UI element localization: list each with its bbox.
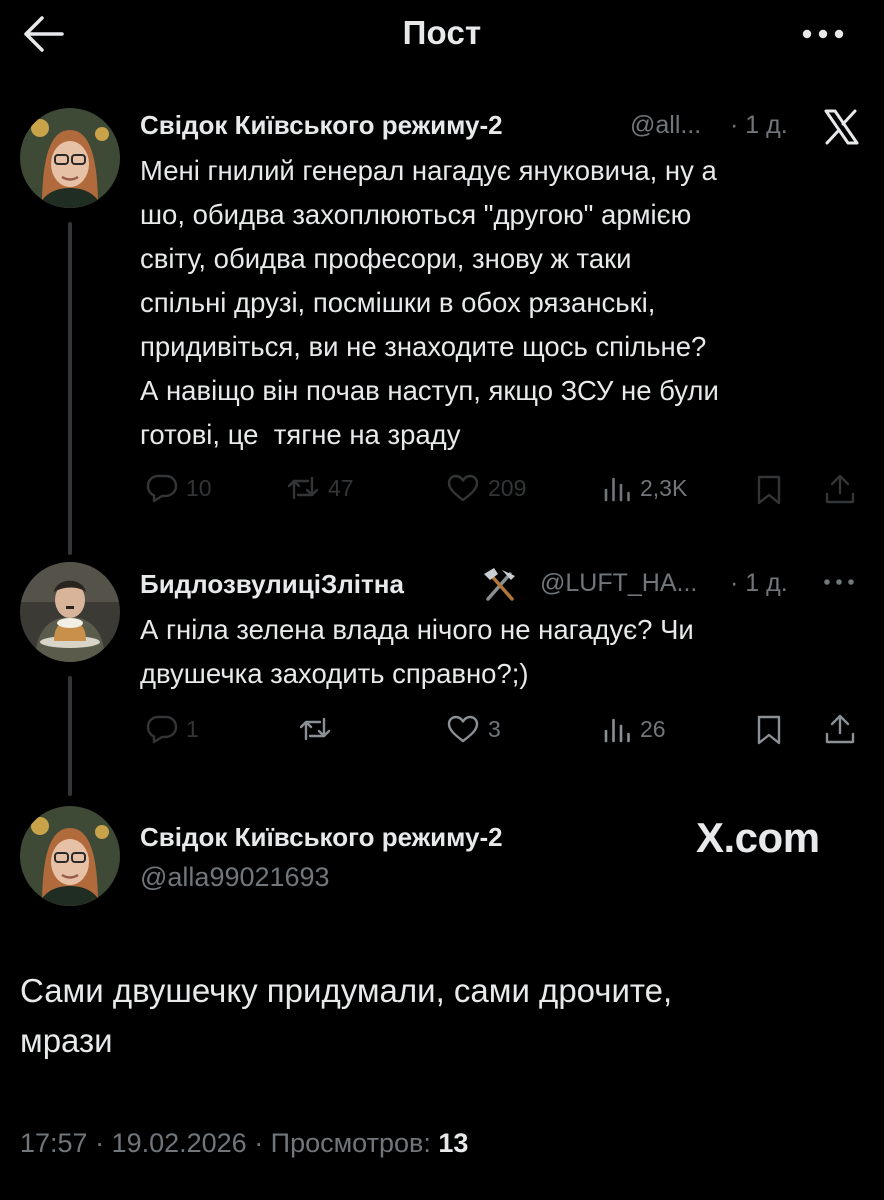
post-timestamp: 17:57 · 19.02.2026 · Просмотров: 13 xyxy=(20,1128,468,1159)
share-icon xyxy=(825,474,855,504)
author-name[interactable]: Свідок Київського режиму-2 xyxy=(140,822,503,853)
author-handle[interactable]: @alla99021693 xyxy=(140,862,330,893)
like-count: 209 xyxy=(488,474,527,501)
share-button[interactable] xyxy=(823,472,857,511)
views-icon xyxy=(604,718,630,743)
like-button[interactable]: 3 xyxy=(446,714,501,744)
reply-count: 10 xyxy=(186,474,212,501)
heart-icon xyxy=(447,474,479,502)
share-button[interactable] xyxy=(823,712,857,751)
like-button[interactable]: 209 xyxy=(446,473,526,503)
author-handle[interactable]: @LUFT_HA... xyxy=(540,569,697,598)
views-count: 2,3K xyxy=(640,474,688,501)
reply-button[interactable]: 10 xyxy=(146,473,212,503)
bookmark-icon xyxy=(757,475,781,505)
tweet-text: Мені гнилий генерал нагадує януковича, н… xyxy=(140,155,719,450)
views-button[interactable]: 26 xyxy=(602,714,666,744)
bookmark-button[interactable] xyxy=(754,474,784,511)
post-time[interactable]: · 1 д. xyxy=(730,569,788,598)
hammer-pick-icon xyxy=(480,566,520,602)
reply-icon xyxy=(146,715,178,744)
main-post-text: Сами двушечку придумали, сами дрочите, м… xyxy=(20,972,673,1059)
reply-button[interactable]: 1 xyxy=(146,714,199,744)
views-count[interactable]: 13 xyxy=(438,1128,468,1158)
x-com-watermark: X.com xyxy=(696,814,820,861)
author-name[interactable]: Свідок Київського режиму-2 xyxy=(140,110,503,141)
more-options-icon[interactable] xyxy=(800,24,846,44)
avatar-bydlozvulytsi[interactable] xyxy=(20,562,120,662)
avatar-svidok[interactable] xyxy=(20,108,120,208)
views-icon xyxy=(604,477,630,502)
bookmark-button[interactable] xyxy=(754,714,784,751)
thread-line xyxy=(68,222,72,555)
author-handle[interactable]: @all... xyxy=(630,111,701,140)
views-button[interactable]: 2,3K xyxy=(602,473,687,503)
views-count: 26 xyxy=(640,715,666,742)
repost-button[interactable] xyxy=(298,714,332,744)
author-name[interactable]: БидлозвулиціЗлітна xyxy=(140,569,404,600)
repost-icon xyxy=(299,717,331,741)
share-icon xyxy=(825,714,855,744)
x-logo-icon xyxy=(822,108,860,146)
heart-icon xyxy=(447,715,479,743)
like-count: 3 xyxy=(488,715,501,742)
page-title: Пост xyxy=(402,14,482,51)
more-options-icon[interactable] xyxy=(822,574,856,590)
timestamp-text: 17:57 · 19.02.2026 · Просмотров: xyxy=(20,1128,431,1158)
reply-icon xyxy=(146,474,178,503)
reply-count: 1 xyxy=(186,715,199,742)
bookmark-icon xyxy=(757,715,781,745)
avatar-svidok-main[interactable] xyxy=(20,806,120,906)
tweet-text: А гніла зелена влада нічого не нагадує? … xyxy=(140,614,694,689)
thread-line xyxy=(68,676,72,796)
repost-count: 47 xyxy=(328,474,354,501)
repost-button[interactable]: 47 xyxy=(286,473,354,503)
post-time[interactable]: · 1 д. xyxy=(730,111,788,140)
repost-icon xyxy=(287,476,319,500)
